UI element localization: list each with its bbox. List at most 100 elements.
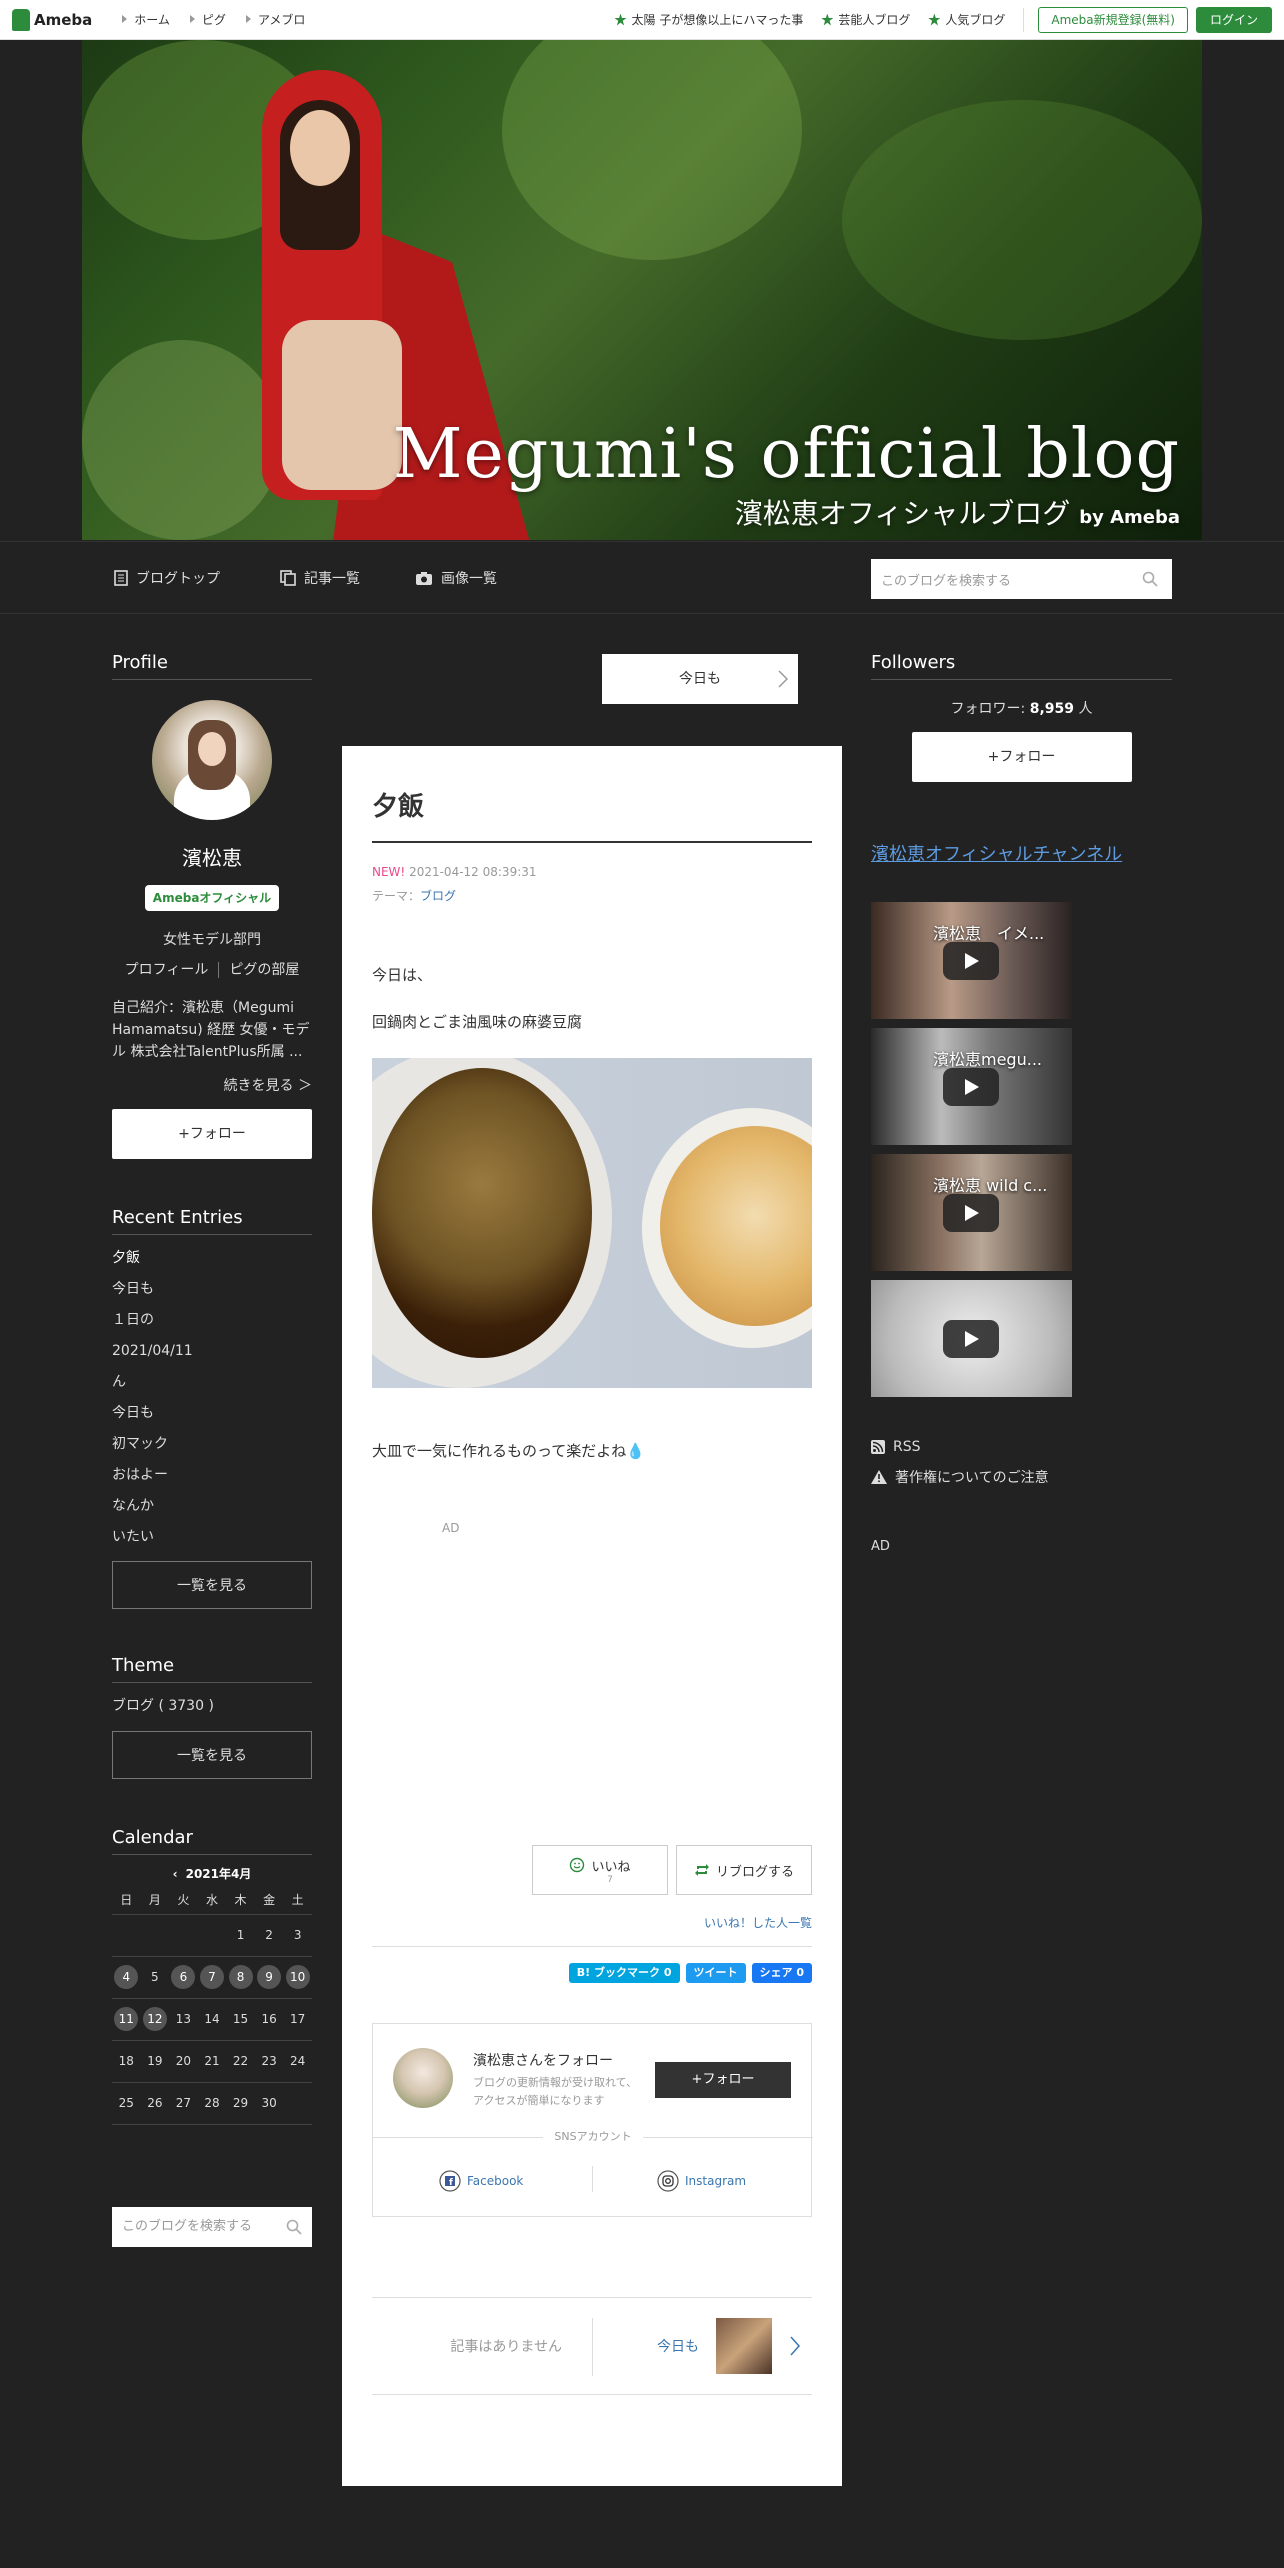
reblog-button[interactable]: リブログする <box>676 1845 812 1895</box>
like-label: いいね <box>591 1859 631 1875</box>
nav-home[interactable]: ホーム <box>122 11 170 28</box>
paragraph: 回鍋肉とごま油風味の麻婆豆腐 <box>372 1013 583 1031</box>
like-list-link[interactable]: いいね！した人一覧 <box>704 1914 812 1931</box>
profile-name[interactable]: 濱松恵 <box>112 842 312 871</box>
profile-avatar[interactable] <box>152 700 272 820</box>
instagram-link[interactable]: Instagram <box>657 2170 746 2192</box>
recent-entry[interactable]: 今日も <box>112 1274 312 1305</box>
official-badge[interactable]: Amebaオフィシャル <box>145 885 279 911</box>
weekday-header: 木 <box>226 1886 255 1915</box>
rss-link[interactable]: RSS <box>871 1439 1172 1455</box>
calendar-day[interactable]: 4 <box>112 1956 141 1999</box>
search-icon[interactable] <box>286 2219 302 2235</box>
recent-entry[interactable]: 初マック <box>112 1429 312 1460</box>
nav-ameblo[interactable]: アメブロ <box>245 11 305 28</box>
calendar-day-number: 19 <box>147 2054 163 2068</box>
recent-all-button[interactable]: 一覧を見る <box>112 1561 312 1609</box>
facebook-link[interactable]: f Facebook <box>439 2170 523 2192</box>
channel-link[interactable]: 濱松恵オフィシャルチャンネル <box>871 840 1172 866</box>
calendar-day-posted[interactable]: 7 <box>199 1965 224 1989</box>
recent-entry[interactable]: ん <box>112 1367 312 1398</box>
calendar-day-posted[interactable]: 8 <box>228 1965 253 1989</box>
login-button[interactable]: ログイン <box>1195 6 1272 33</box>
hatena-bookmark-button[interactable]: B! ブックマーク 0 <box>568 1963 680 1983</box>
video-thumbnail[interactable] <box>871 1280 1072 1397</box>
recent-entry[interactable]: いたい <box>112 1522 312 1553</box>
calendar-day[interactable]: 10 <box>283 1956 312 1999</box>
chevron-right-icon <box>778 670 788 688</box>
chevron-right-icon[interactable] <box>790 2336 800 2356</box>
facebook-share-button[interactable]: シェア 0 <box>751 1963 812 1983</box>
calendar-day-posted[interactable]: 10 <box>285 1965 310 1989</box>
theme-item[interactable]: ブログ ( 3730 ) <box>112 1695 312 1715</box>
article-photo[interactable] <box>372 1058 812 1388</box>
pick-link-2[interactable]: 芸能人ブログ <box>821 11 910 28</box>
weekday-header: 土 <box>283 1886 312 1915</box>
next-entry-label: 今日も <box>679 671 721 687</box>
author-avatar[interactable] <box>393 2048 453 2108</box>
pick-link-1[interactable]: 太陽 子が想像以上にハマった事 <box>614 11 803 28</box>
follow-button[interactable]: +フォロー <box>112 1109 312 1159</box>
theme-link[interactable]: ブログ <box>420 889 456 903</box>
follow-button[interactable]: +フォロー <box>911 732 1132 782</box>
calendar-day[interactable]: 11 <box>112 1998 141 2041</box>
blog-search-input[interactable]: このブログを検索する <box>871 559 1172 599</box>
recent-entry[interactable]: 夕飯 <box>112 1243 312 1274</box>
rss-icon <box>871 1440 885 1454</box>
profile-heading: Profile <box>112 652 312 680</box>
recent-entry[interactable]: おはよー <box>112 1460 312 1491</box>
calendar-day-posted[interactable]: 12 <box>142 2007 167 2031</box>
nav-image-list[interactable]: 画像一覧 <box>415 568 497 588</box>
video-thumbnail[interactable]: 濱松恵 wild c... <box>871 1154 1072 1271</box>
calendar-day-posted[interactable]: 6 <box>171 1965 196 1989</box>
register-button[interactable]: Ameba新規登録(無料) <box>1038 6 1188 33</box>
calendar-day[interactable]: 7 <box>197 1956 227 1999</box>
theme-all-button[interactable]: 一覧を見る <box>112 1731 312 1779</box>
sidebar-search-input[interactable]: このブログを検索する <box>112 2206 312 2247</box>
profile-category[interactable]: 女性モデル部門 <box>112 929 312 949</box>
read-more-link[interactable]: 続きを見る ＞ <box>112 1075 312 1095</box>
nav-pigg[interactable]: ピグ <box>189 11 226 28</box>
like-button[interactable]: いいね 7 <box>532 1845 668 1895</box>
profile-link[interactable]: プロフィール <box>125 962 209 978</box>
recent-entry[interactable]: 今日も <box>112 1398 312 1429</box>
video-title: 濱松恵megu... <box>933 1050 1042 1069</box>
tweet-button[interactable]: ツイート <box>685 1963 746 1983</box>
pick-label: 芸能人ブログ <box>838 13 911 27</box>
next-entry-link[interactable]: 今日も <box>657 2336 699 2356</box>
copyright-link[interactable]: 著作権についてのご注意 <box>871 1467 1172 1487</box>
article-title[interactable]: 夕飯 <box>372 786 812 843</box>
recent-entry[interactable]: １日の <box>112 1305 312 1336</box>
search-icon[interactable] <box>1142 571 1158 587</box>
calendar-day-posted[interactable]: 11 <box>114 2007 139 2031</box>
video-thumbnail[interactable]: 濱松恵megu... <box>871 1028 1072 1145</box>
next-entry-thumbnail[interactable] <box>716 2318 772 2374</box>
pigg-room-link[interactable]: ピグの部屋 <box>218 962 300 978</box>
search-placeholder: このブログを検索する <box>881 573 1012 589</box>
facebook-label: Facebook <box>467 2174 524 2188</box>
article-date: NEW! 2021-04-12 08:39:31 <box>372 865 812 879</box>
star-icon <box>928 13 941 26</box>
calendar-day[interactable]: 8 <box>226 1956 255 1999</box>
calendar-day[interactable]: 9 <box>254 1956 284 1999</box>
next-entry-button[interactable]: 今日も <box>602 654 798 704</box>
nav-entry-list[interactable]: 記事一覧 <box>280 568 360 588</box>
calendar-day-number: 30 <box>261 2096 277 2110</box>
recent-entry[interactable]: なんか <box>112 1491 312 1522</box>
ameba-logo[interactable]: Ameba <box>12 8 92 31</box>
pick-link-3[interactable]: 人気ブログ <box>928 11 1005 28</box>
calendar-day[interactable]: 12 <box>140 1998 170 2041</box>
calendar-day-number: 24 <box>290 2054 306 2068</box>
entry-pager: 記事はありません 今日も <box>372 2297 812 2395</box>
recent-entry[interactable]: 2021/04/11 <box>112 1336 312 1367</box>
blog-header-image[interactable]: Megumi's official blog 濱松恵オフィシャルブログ by A… <box>82 40 1202 540</box>
calendar-day-posted[interactable]: 9 <box>257 1965 282 1989</box>
calendar-day-posted[interactable]: 4 <box>114 1965 139 1989</box>
divider <box>592 2318 593 2376</box>
play-icon <box>943 1068 999 1106</box>
chevron-left-icon[interactable]: ‹ <box>173 1867 178 1881</box>
calendar-day[interactable]: 6 <box>169 1956 198 1999</box>
nav-blog-top[interactable]: ブログトップ <box>114 568 220 588</box>
video-thumbnail[interactable]: 濱松恵 イメ... <box>871 902 1072 1019</box>
follow-button[interactable]: +フォロー <box>655 2062 791 2098</box>
